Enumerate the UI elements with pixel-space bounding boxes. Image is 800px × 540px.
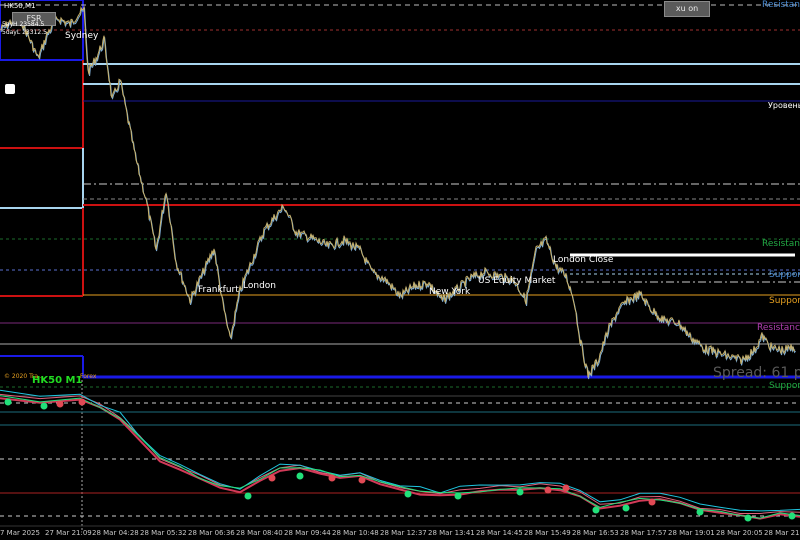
session-us-equity: US Equity Market: [478, 276, 556, 286]
indicator-dot: [788, 512, 796, 520]
time-tick: 28 Mar 12:37: [380, 529, 427, 537]
label-resistance-low: Resistanc: [757, 323, 800, 333]
indicator-dot: [516, 488, 524, 496]
indicator-dot: [622, 504, 630, 512]
session-frankfurt: Frankfurt: [198, 285, 239, 295]
ma-label-2: 5dayL 23312.5: [2, 29, 47, 36]
indicator-dot: [648, 498, 656, 506]
indicator-dot: [268, 474, 276, 482]
label-uroven: Уровень: [768, 101, 800, 110]
indicator-dot: [562, 484, 570, 492]
label-support-3: Suppor: [769, 381, 800, 391]
time-tick: 28 Mar 16:53: [572, 529, 619, 537]
label-support-1: Suppor: [769, 270, 800, 280]
xu-on-button[interactable]: xu on: [664, 1, 710, 17]
session-london: London: [243, 281, 276, 291]
label-resistance-top: Resistan: [762, 0, 800, 10]
time-tick: 28 Mar 13:41: [428, 529, 475, 537]
price-chart[interactable]: [0, 0, 800, 540]
indicator-label: HK50 M1: [32, 375, 83, 386]
indicator-dot: [358, 476, 366, 484]
time-tick: 28 Mar 10:48: [332, 529, 379, 537]
indicator-dot: [328, 474, 336, 482]
time-tick: 28 Mar 08:40: [236, 529, 283, 537]
time-tick: 28 Mar 17:57: [620, 529, 667, 537]
indicator-dot: [56, 400, 64, 408]
label-resistance-mid: Resistan: [762, 239, 800, 249]
checkbox[interactable]: [5, 84, 15, 94]
indicator-dot: [78, 398, 86, 406]
indicator-dot: [744, 514, 752, 522]
time-tick: 28 Mar 15:49: [524, 529, 571, 537]
indicator-dot: [696, 508, 704, 516]
indicator-dot: [4, 398, 12, 406]
indicator-dot: [544, 486, 552, 494]
indicator-dot: [296, 472, 304, 480]
time-tick: 28 Mar 19:01: [668, 529, 715, 537]
time-tick: 28 Mar 14:45: [476, 529, 523, 537]
spread-text: Spread: 61 po: [713, 365, 800, 381]
time-tick: 28 Mar 04:28: [92, 529, 139, 537]
indicator-dot: [592, 506, 600, 514]
session-london-close: London Close: [553, 255, 614, 265]
time-tick: 28 Mar 06:36: [188, 529, 235, 537]
time-tick: 28 Mar 05:32: [140, 529, 187, 537]
time-tick: 28 Mar 21:09: [764, 529, 800, 537]
indicator-dot: [40, 402, 48, 410]
symbol-title: HK50,M1: [4, 2, 36, 10]
indicator-dot: [244, 492, 252, 500]
copyright-tail: Forex: [80, 373, 97, 380]
indicator-dot: [454, 492, 462, 500]
label-support-2: Suppor: [769, 296, 800, 306]
ma-label-1: 5ayH 23584.5: [2, 21, 45, 28]
indicator-dot: [404, 490, 412, 498]
time-tick: 27 Mar 21:09: [45, 529, 92, 537]
time-tick: 28 Mar 20:05: [716, 529, 763, 537]
time-tick: 7 Mar 2025: [0, 529, 40, 537]
time-tick: 28 Mar 09:44: [284, 529, 331, 537]
session-sydney: Sydney: [65, 31, 99, 41]
session-new-york: New York: [429, 287, 471, 297]
